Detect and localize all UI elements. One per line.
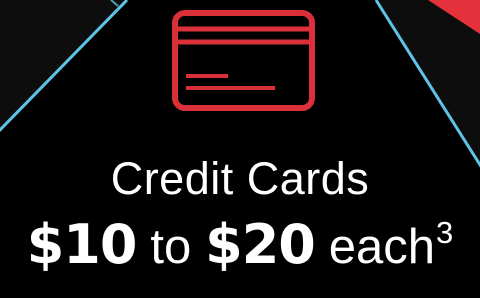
promo-banner: Credit Cards $10 to $20 each3 xyxy=(0,0,480,298)
price-high: $20 xyxy=(205,213,316,276)
price-low: $10 xyxy=(26,213,138,276)
promo-title: Credit Cards xyxy=(110,153,370,204)
credit-card-icon xyxy=(172,10,315,111)
price-unit: each xyxy=(328,220,436,274)
price-connector: to xyxy=(150,220,192,274)
promo-price-line: $10 to $20 each3 xyxy=(0,206,480,292)
footnote-marker: 3 xyxy=(436,215,454,250)
